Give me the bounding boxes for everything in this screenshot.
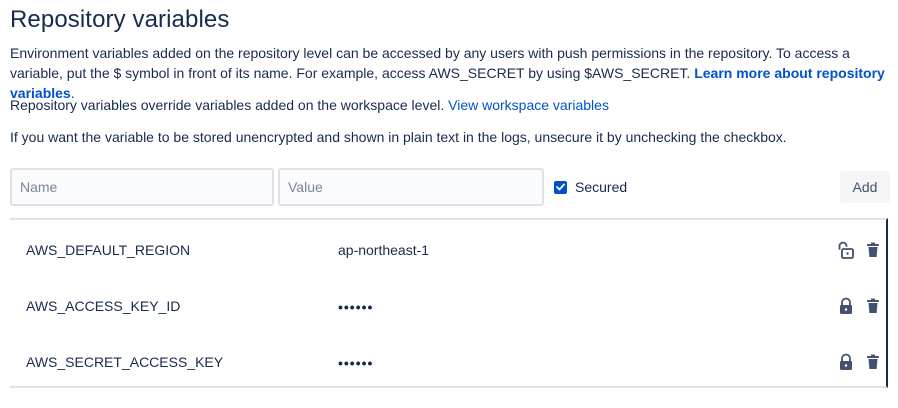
override-body: Repository variables override variables … [10,97,449,113]
add-button[interactable]: Add [840,171,890,203]
name-input[interactable] [10,168,274,206]
trash-icon[interactable] [866,298,880,314]
table-row: AWS_SECRET_ACCESS_KEY •••••• [10,334,886,390]
variable-name: AWS_DEFAULT_REGION [26,242,191,258]
variable-name: AWS_ACCESS_KEY_ID [26,298,181,314]
variable-value-masked: •••••• [338,299,374,316]
variable-value: ap-northeast-1 [338,242,430,258]
page-title: Repository variables [10,6,230,33]
table-row: AWS_ACCESS_KEY_ID •••••• [10,278,886,334]
description-text: Environment variables added on the repos… [10,43,890,103]
override-text: Repository variables override variables … [10,95,890,115]
trash-icon[interactable] [866,354,880,370]
checkbox-checked-icon[interactable] [554,180,567,194]
variable-value-masked: •••••• [338,355,374,372]
lock-icon[interactable] [838,353,854,371]
view-workspace-variables-link[interactable]: View workspace variables [448,97,609,113]
secured-label: Secured [575,179,628,195]
lock-icon[interactable] [838,297,854,315]
secured-checkbox[interactable]: Secured [554,177,627,197]
unsecure-note: If you want the variable to be stored un… [10,129,787,145]
variables-table: AWS_DEFAULT_REGION ap-northeast-1 AWS_AC… [10,218,888,388]
table-row: AWS_DEFAULT_REGION ap-northeast-1 [10,222,886,278]
trash-icon[interactable] [866,242,880,258]
variable-name: AWS_SECRET_ACCESS_KEY [26,354,224,370]
unlock-icon[interactable] [838,241,854,259]
value-input[interactable] [278,168,544,206]
